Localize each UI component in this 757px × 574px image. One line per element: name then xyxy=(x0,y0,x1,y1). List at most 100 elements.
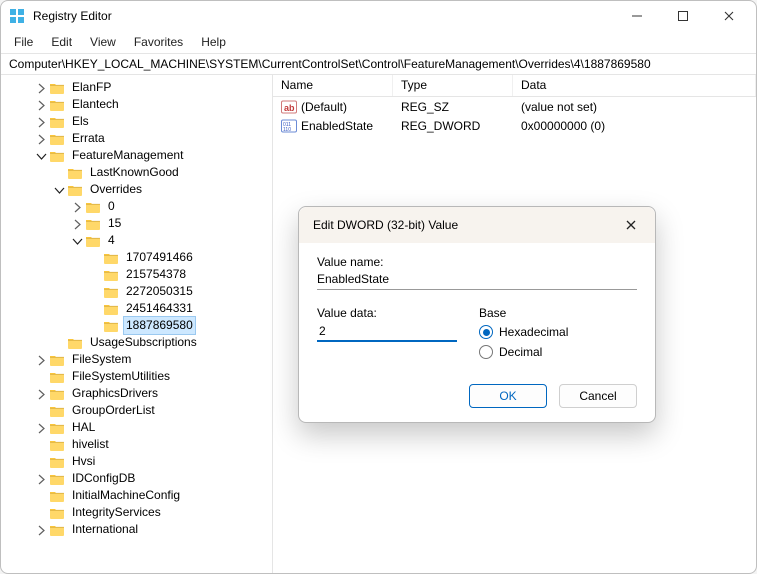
menu-edit[interactable]: Edit xyxy=(42,33,81,51)
edit-dword-dialog: Edit DWORD (32-bit) Value Value name: Va… xyxy=(298,206,656,423)
tree-item-215754378[interactable]: 215754378 xyxy=(3,266,272,283)
tree-item-graphicsdrivers[interactable]: GraphicsDrivers xyxy=(3,385,272,402)
value-data-label: Value data: xyxy=(317,306,457,320)
registry-editor-window: Registry Editor File Edit View Favorites… xyxy=(0,0,757,574)
radio-icon xyxy=(479,345,493,359)
chevron-right-icon[interactable] xyxy=(35,388,47,400)
folder-icon xyxy=(49,370,65,384)
close-button[interactable] xyxy=(706,1,752,31)
tree-item-elantech[interactable]: Elantech xyxy=(3,96,272,113)
folder-icon xyxy=(49,115,65,129)
tree-item-international[interactable]: International xyxy=(3,521,272,538)
folder-icon xyxy=(85,234,101,248)
chevron-right-icon[interactable] xyxy=(71,201,83,213)
binary-value-icon xyxy=(281,118,297,134)
base-label: Base xyxy=(479,306,568,320)
folder-icon xyxy=(67,336,83,350)
chevron-right-icon[interactable] xyxy=(35,422,47,434)
folder-icon xyxy=(49,81,65,95)
folder-icon xyxy=(103,319,119,333)
folder-icon xyxy=(49,455,65,469)
folder-icon xyxy=(49,506,65,520)
folder-icon xyxy=(103,268,119,282)
menu-view[interactable]: View xyxy=(81,33,125,51)
tree-item-overrides[interactable]: Overrides xyxy=(3,181,272,198)
folder-icon xyxy=(103,251,119,265)
cancel-button[interactable]: Cancel xyxy=(559,384,637,408)
chevron-down-icon[interactable] xyxy=(53,184,65,196)
folder-icon xyxy=(85,200,101,214)
dialog-title: Edit DWORD (32-bit) Value xyxy=(313,218,617,232)
tree-item-4[interactable]: 4 xyxy=(3,232,272,249)
value-list-header: Name Type Data xyxy=(273,75,756,97)
folder-icon xyxy=(67,166,83,180)
radio-hexadecimal[interactable]: Hexadecimal xyxy=(479,325,568,339)
ok-button[interactable]: OK xyxy=(469,384,547,408)
chevron-right-icon[interactable] xyxy=(35,354,47,366)
tree-item-2451464331[interactable]: 2451464331 xyxy=(3,300,272,317)
maximize-button[interactable] xyxy=(660,1,706,31)
menu-help[interactable]: Help xyxy=(192,33,235,51)
chevron-right-icon[interactable] xyxy=(71,218,83,230)
radio-icon xyxy=(479,325,493,339)
value-row-enabledstate[interactable]: EnabledState REG_DWORD 0x00000000 (0) xyxy=(273,116,756,135)
tree-item-hivelist[interactable]: hivelist xyxy=(3,436,272,453)
chevron-right-icon[interactable] xyxy=(35,473,47,485)
value-row-default[interactable]: (Default) REG_SZ (value not set) xyxy=(273,97,756,116)
tree-item-idconfigdb[interactable]: IDConfigDB xyxy=(3,470,272,487)
chevron-down-icon[interactable] xyxy=(35,150,47,162)
chevron-right-icon[interactable] xyxy=(35,133,47,145)
tree-item-integrityservices[interactable]: IntegrityServices xyxy=(3,504,272,521)
tree-item-0[interactable]: 0 xyxy=(3,198,272,215)
chevron-down-icon[interactable] xyxy=(71,235,83,247)
folder-icon xyxy=(85,217,101,231)
tree-item-errata[interactable]: Errata xyxy=(3,130,272,147)
tree-item-usagesubscriptions[interactable]: UsageSubscriptions xyxy=(3,334,272,351)
tree-item-1887869580[interactable]: 1887869580 xyxy=(3,317,272,334)
registry-tree[interactable]: ElanFP Elantech Els Errata FeatureManage… xyxy=(1,75,273,573)
column-header-name[interactable]: Name xyxy=(273,75,393,96)
dialog-title-bar[interactable]: Edit DWORD (32-bit) Value xyxy=(299,207,655,243)
folder-icon xyxy=(49,489,65,503)
base-group: Base Hexadecimal Decimal xyxy=(479,300,568,362)
folder-icon xyxy=(49,404,65,418)
value-name-field[interactable] xyxy=(317,271,637,290)
tree-item-filesystemutilities[interactable]: FileSystemUtilities xyxy=(3,368,272,385)
folder-icon xyxy=(49,132,65,146)
folder-icon xyxy=(103,302,119,316)
tree-item-grouporderlist[interactable]: GroupOrderList xyxy=(3,402,272,419)
radio-decimal[interactable]: Decimal xyxy=(479,345,568,359)
dialog-close-button[interactable] xyxy=(617,211,645,239)
tree-item-15[interactable]: 15 xyxy=(3,215,272,232)
folder-icon xyxy=(103,285,119,299)
column-header-type[interactable]: Type xyxy=(393,75,513,96)
chevron-right-icon[interactable] xyxy=(35,116,47,128)
tree-item-elanfp[interactable]: ElanFP xyxy=(3,79,272,96)
folder-icon xyxy=(49,438,65,452)
folder-icon xyxy=(67,183,83,197)
chevron-right-icon[interactable] xyxy=(35,524,47,536)
value-data-input[interactable] xyxy=(317,322,457,342)
tree-item-2272050315[interactable]: 2272050315 xyxy=(3,283,272,300)
tree-item-hal[interactable]: HAL xyxy=(3,419,272,436)
folder-icon xyxy=(49,98,65,112)
splitter-handle[interactable] xyxy=(272,324,273,364)
folder-icon xyxy=(49,472,65,486)
tree-item-filesystem[interactable]: FileSystem xyxy=(3,351,272,368)
minimize-button[interactable] xyxy=(614,1,660,31)
tree-item-initialmachineconfig[interactable]: InitialMachineConfig xyxy=(3,487,272,504)
menu-bar: File Edit View Favorites Help xyxy=(1,31,756,53)
address-bar[interactable]: Computer\HKEY_LOCAL_MACHINE\SYSTEM\Curre… xyxy=(1,53,756,75)
menu-file[interactable]: File xyxy=(5,33,42,51)
tree-item-featuremanagement[interactable]: FeatureManagement xyxy=(3,147,272,164)
column-header-data[interactable]: Data xyxy=(513,75,756,96)
tree-item-hvsi[interactable]: Hvsi xyxy=(3,453,272,470)
menu-favorites[interactable]: Favorites xyxy=(125,33,192,51)
tree-item-els[interactable]: Els xyxy=(3,113,272,130)
chevron-right-icon[interactable] xyxy=(35,82,47,94)
chevron-right-icon[interactable] xyxy=(35,99,47,111)
tree-item-1707491466[interactable]: 1707491466 xyxy=(3,249,272,266)
window-title: Registry Editor xyxy=(33,9,112,23)
regedit-icon xyxy=(9,8,25,24)
tree-item-lastknowngood[interactable]: LastKnownGood xyxy=(3,164,272,181)
